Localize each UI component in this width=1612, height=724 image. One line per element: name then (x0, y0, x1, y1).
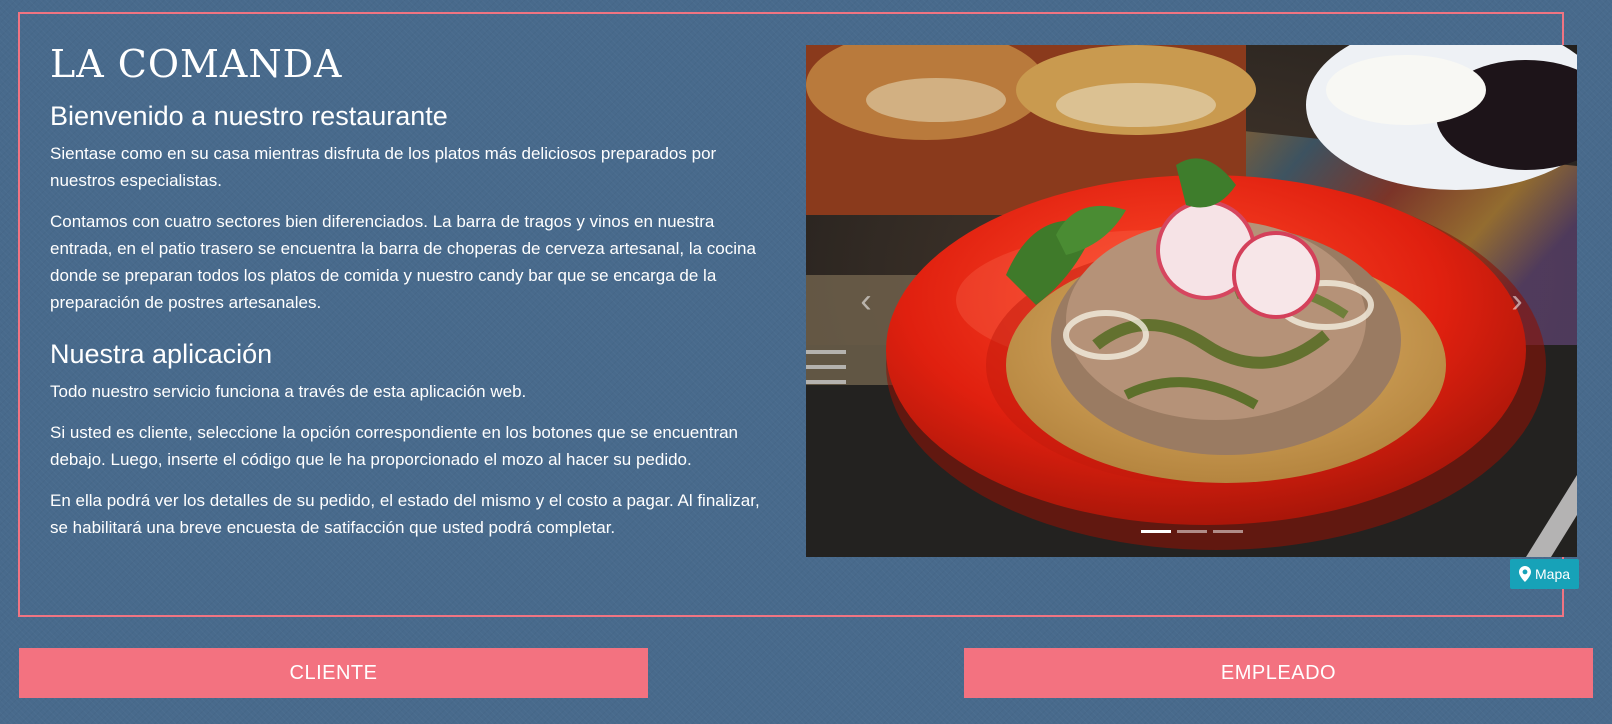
map-marker-icon (1519, 566, 1531, 582)
map-button-label: Mapa (1535, 566, 1571, 582)
image-carousel: ‹ › (806, 45, 1577, 557)
welcome-paragraph-2: Contamos con cuatro sectores bien difere… (50, 212, 756, 312)
carousel-next-button[interactable]: › (1457, 45, 1577, 557)
cliente-button-label: CLIENTE (289, 661, 378, 684)
map-button[interactable]: Mapa (1510, 559, 1580, 589)
carousel-indicators (806, 530, 1577, 533)
app-paragraph-1: Todo nuestro servicio funciona a través … (50, 382, 527, 401)
chevron-left-icon: ‹ (860, 281, 872, 320)
carousel-indicator-1[interactable] (1140, 530, 1171, 533)
intro-column: LA COMANDA Bienvenido a nuestro restaura… (50, 40, 780, 555)
carousel-indicator-3[interactable] (1212, 530, 1243, 533)
carousel-indicator-2[interactable] (1176, 530, 1207, 533)
empleado-button-label: EMPLEADO (1220, 661, 1337, 684)
welcome-heading: Bienvenido a nuestro restaurante (50, 101, 448, 131)
app-paragraph-2: Si usted es cliente, seleccione la opció… (50, 423, 739, 469)
app-paragraph-3: En ella podrá ver los detalles de su ped… (50, 491, 760, 537)
cliente-button[interactable]: CLIENTE (19, 648, 648, 698)
welcome-paragraph-1: Sientase como en su casa mientras disfru… (50, 144, 717, 190)
empleado-button[interactable]: EMPLEADO (964, 648, 1593, 698)
app-heading: Nuestra aplicación (50, 339, 273, 369)
chevron-right-icon: › (1511, 281, 1523, 320)
brand-title: LA COMANDA (50, 42, 343, 86)
carousel-prev-button[interactable]: ‹ (806, 45, 926, 557)
